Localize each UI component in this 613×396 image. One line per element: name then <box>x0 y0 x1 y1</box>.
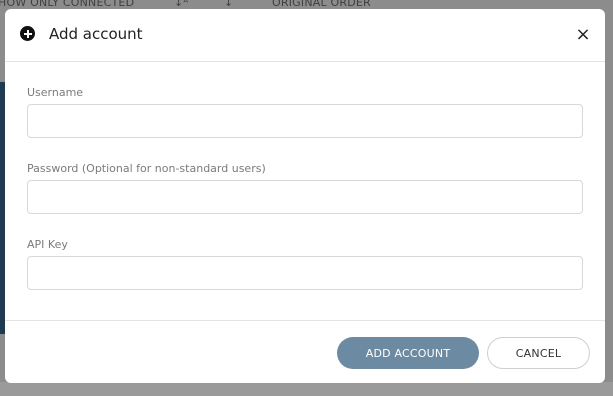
username-label: Username <box>27 86 84 99</box>
background-sort-alpha-icon: ↓ᴬ <box>174 0 189 9</box>
dialog-footer: ADD ACCOUNT CANCEL <box>5 320 605 383</box>
add-account-dialog: Add account × Username Password (Optiona… <box>5 9 605 383</box>
dialog-header: Add account × <box>5 9 605 62</box>
add-account-button[interactable]: ADD ACCOUNT <box>337 337 479 369</box>
background-bottom-strip <box>0 382 613 396</box>
background-order-label: ORIGINAL ORDER <box>272 0 371 9</box>
background-sort-icon: ↓ <box>224 0 234 9</box>
close-icon[interactable]: × <box>575 26 591 44</box>
password-label: Password (Optional for non-standard user… <box>27 162 266 175</box>
api-key-input[interactable] <box>27 256 583 290</box>
background-filter-label: HOW ONLY CONNECTED <box>0 0 135 9</box>
dialog-title: Add account <box>49 25 143 43</box>
password-input[interactable] <box>27 180 583 214</box>
cancel-button[interactable]: CANCEL <box>487 337 590 369</box>
plus-circle-icon <box>20 26 35 41</box>
username-input[interactable] <box>27 104 583 138</box>
api-key-label: API Key <box>27 238 68 251</box>
